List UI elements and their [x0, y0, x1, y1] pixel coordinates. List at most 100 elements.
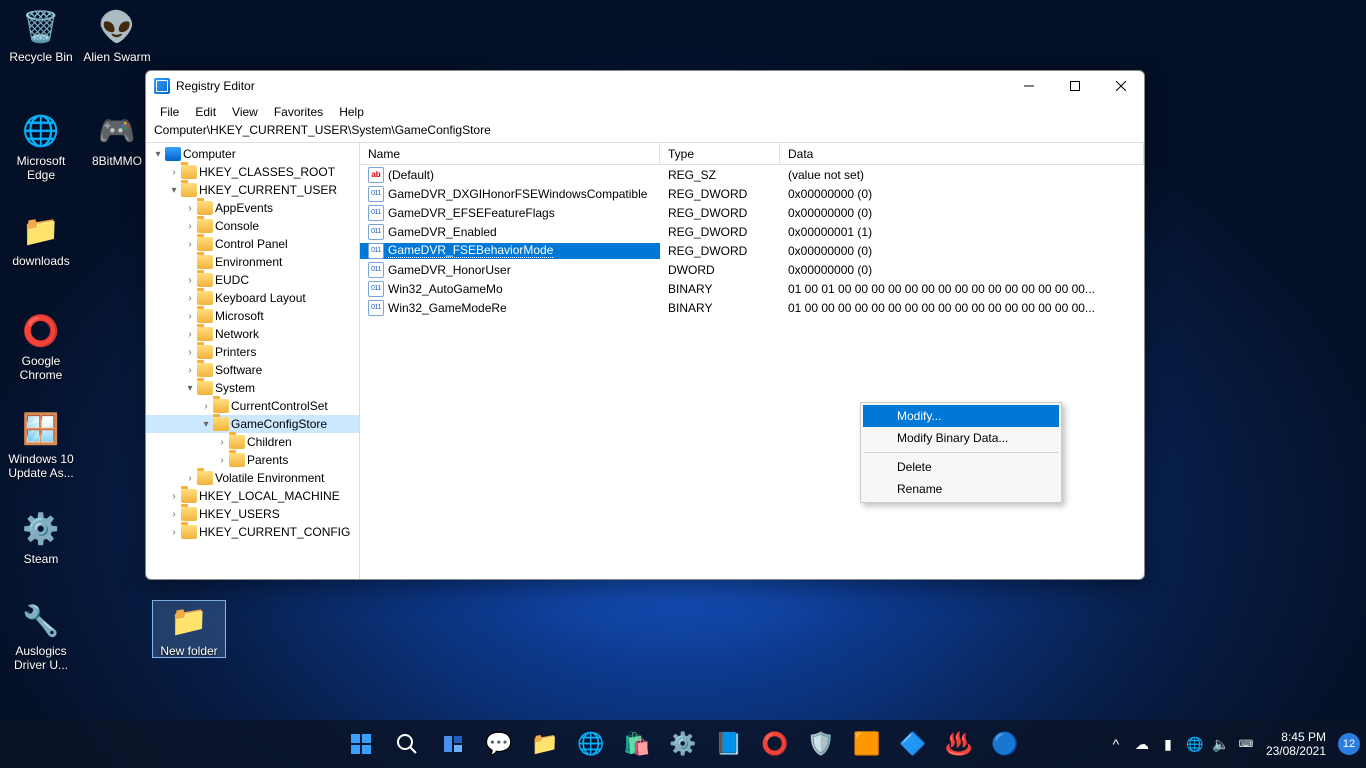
- store-icon[interactable]: 🛍️: [617, 724, 657, 764]
- tree-node[interactable]: › Microsoft: [146, 307, 359, 325]
- tree-twisty-icon[interactable]: ›: [184, 310, 196, 322]
- tree-node[interactable]: › Keyboard Layout: [146, 289, 359, 307]
- tree-node[interactable]: › Software: [146, 361, 359, 379]
- context-menu-item[interactable]: Modify Binary Data...: [863, 427, 1059, 449]
- desktop-icon[interactable]: 🔧 Auslogics Driver U...: [4, 600, 78, 672]
- tree-node[interactable]: ▾ HKEY_CURRENT_USER: [146, 181, 359, 199]
- onedrive-icon[interactable]: ☁: [1134, 736, 1150, 753]
- tree-twisty-icon[interactable]: ›: [168, 490, 180, 502]
- security-icon[interactable]: 🛡️: [801, 724, 841, 764]
- menu-item[interactable]: File: [152, 103, 187, 121]
- task-view-icon[interactable]: [433, 724, 473, 764]
- list-row[interactable]: Win32_AutoGameMo BINARY 01 00 01 00 00 0…: [360, 279, 1144, 298]
- tree-twisty-icon[interactable]: ›: [168, 526, 180, 538]
- list-row[interactable]: (Default) REG_SZ (value not set): [360, 165, 1144, 184]
- tree-node[interactable]: › Children: [146, 433, 359, 451]
- list-row[interactable]: GameDVR_HonorUser DWORD 0x00000000 (0): [360, 260, 1144, 279]
- settings-icon[interactable]: ⚙️: [663, 724, 703, 764]
- edge-icon[interactable]: 🌐: [571, 724, 611, 764]
- tree-node[interactable]: ▾ System: [146, 379, 359, 397]
- desktop-icon[interactable]: 🌐 Microsoft Edge: [4, 110, 78, 182]
- desktop-icon[interactable]: 📁 downloads: [4, 210, 78, 268]
- steam-icon[interactable]: ♨️: [939, 724, 979, 764]
- chrome-icon[interactable]: ⭕: [755, 724, 795, 764]
- menu-item[interactable]: Help: [331, 103, 372, 121]
- minimize-button[interactable]: [1006, 71, 1052, 101]
- tree-twisty-icon[interactable]: ›: [184, 238, 196, 250]
- tree-node[interactable]: › HKEY_CURRENT_CONFIG: [146, 523, 359, 541]
- menu-item[interactable]: Favorites: [266, 103, 331, 121]
- tree-twisty-icon[interactable]: [184, 256, 196, 268]
- column-header-type[interactable]: Type: [660, 143, 780, 164]
- context-menu-item[interactable]: Modify...: [863, 405, 1059, 427]
- maximize-button[interactable]: [1052, 71, 1098, 101]
- column-header-name[interactable]: Name: [360, 143, 660, 164]
- app-icon-2[interactable]: 🔷: [893, 724, 933, 764]
- file-explorer-icon[interactable]: 📁: [525, 724, 565, 764]
- column-header-data[interactable]: Data: [780, 143, 1144, 164]
- value-list[interactable]: Name Type Data (Default) REG_SZ (value n…: [360, 143, 1144, 579]
- desktop-icon[interactable]: 🗑️ Recycle Bin: [4, 6, 78, 64]
- context-menu-item[interactable]: Rename: [863, 478, 1059, 500]
- tree-node[interactable]: › EUDC: [146, 271, 359, 289]
- list-row[interactable]: Win32_GameModeRe BINARY 01 00 00 00 00 0…: [360, 298, 1144, 317]
- desktop-icon[interactable]: 📁 New folder: [152, 600, 226, 658]
- language-icon[interactable]: ⌨: [1238, 739, 1254, 750]
- tree-node[interactable]: › Control Panel: [146, 235, 359, 253]
- close-button[interactable]: [1098, 71, 1144, 101]
- tree-node[interactable]: › Parents: [146, 451, 359, 469]
- tree-twisty-icon[interactable]: ›: [184, 292, 196, 304]
- menu-item[interactable]: Edit: [187, 103, 224, 121]
- tree-twisty-icon[interactable]: ▾: [168, 184, 180, 196]
- tree-twisty-icon[interactable]: ›: [216, 436, 228, 448]
- tree-node[interactable]: › CurrentControlSet: [146, 397, 359, 415]
- tree-twisty-icon[interactable]: ›: [168, 508, 180, 520]
- chat-icon[interactable]: 💬: [479, 724, 519, 764]
- tree-twisty-icon[interactable]: ›: [184, 328, 196, 340]
- list-header[interactable]: Name Type Data: [360, 143, 1144, 165]
- notifications-badge[interactable]: 12: [1338, 733, 1360, 755]
- network-icon[interactable]: 🌐: [1186, 736, 1202, 753]
- tree-twisty-icon[interactable]: ›: [184, 364, 196, 376]
- desktop-icon[interactable]: 🎮 8BitMMO: [80, 110, 154, 168]
- tree-twisty-icon[interactable]: ▾: [184, 382, 196, 394]
- word-icon[interactable]: 📘: [709, 724, 749, 764]
- address-bar[interactable]: Computer\HKEY_CURRENT_USER\System\GameCo…: [146, 123, 1144, 143]
- start-button[interactable]: [341, 724, 381, 764]
- menu-item[interactable]: View: [224, 103, 266, 121]
- tree-twisty-icon[interactable]: ›: [168, 166, 180, 178]
- tree-twisty-icon[interactable]: ›: [184, 202, 196, 214]
- tree-node[interactable]: › Console: [146, 217, 359, 235]
- tree-node[interactable]: ▾ Computer: [146, 145, 359, 163]
- tree-node[interactable]: › HKEY_CLASSES_ROOT: [146, 163, 359, 181]
- tree-node[interactable]: Environment: [146, 253, 359, 271]
- tree-twisty-icon[interactable]: ›: [184, 274, 196, 286]
- desktop-icon[interactable]: ⚙️ Steam: [4, 508, 78, 566]
- desktop-icon[interactable]: ⭕ Google Chrome: [4, 310, 78, 382]
- context-menu-item[interactable]: Delete: [863, 456, 1059, 478]
- tree-node[interactable]: › HKEY_LOCAL_MACHINE: [146, 487, 359, 505]
- volume-icon[interactable]: 🔈: [1212, 736, 1228, 753]
- titlebar[interactable]: Registry Editor: [146, 71, 1144, 101]
- tree-twisty-icon[interactable]: ›: [184, 220, 196, 232]
- clock[interactable]: 8:45 PM 23/08/2021: [1262, 730, 1330, 758]
- tray-chevron-icon[interactable]: ^: [1108, 736, 1124, 752]
- app-icon-1[interactable]: 🟧: [847, 724, 887, 764]
- desktop-icon[interactable]: 🪟 Windows 10 Update As...: [4, 408, 78, 480]
- list-row[interactable]: GameDVR_Enabled REG_DWORD 0x00000001 (1): [360, 222, 1144, 241]
- desktop-icon[interactable]: 👽 Alien Swarm: [80, 6, 154, 64]
- tree-node[interactable]: › Network: [146, 325, 359, 343]
- tree-twisty-icon[interactable]: ›: [200, 400, 212, 412]
- tree-node[interactable]: ▾ GameConfigStore: [146, 415, 359, 433]
- tree-twisty-icon[interactable]: ›: [184, 346, 196, 358]
- tree-twisty-icon[interactable]: ▾: [200, 418, 212, 430]
- tree-twisty-icon[interactable]: ›: [184, 472, 196, 484]
- app-icon-3[interactable]: 🔵: [985, 724, 1025, 764]
- tree-twisty-icon[interactable]: ▾: [152, 148, 164, 160]
- search-icon[interactable]: [387, 724, 427, 764]
- tree-node[interactable]: › Printers: [146, 343, 359, 361]
- tree-node[interactable]: › HKEY_USERS: [146, 505, 359, 523]
- tree-twisty-icon[interactable]: ›: [216, 454, 228, 466]
- list-row[interactable]: GameDVR_EFSEFeatureFlags REG_DWORD 0x000…: [360, 203, 1144, 222]
- list-row[interactable]: GameDVR_DXGIHonorFSEWindowsCompatible RE…: [360, 184, 1144, 203]
